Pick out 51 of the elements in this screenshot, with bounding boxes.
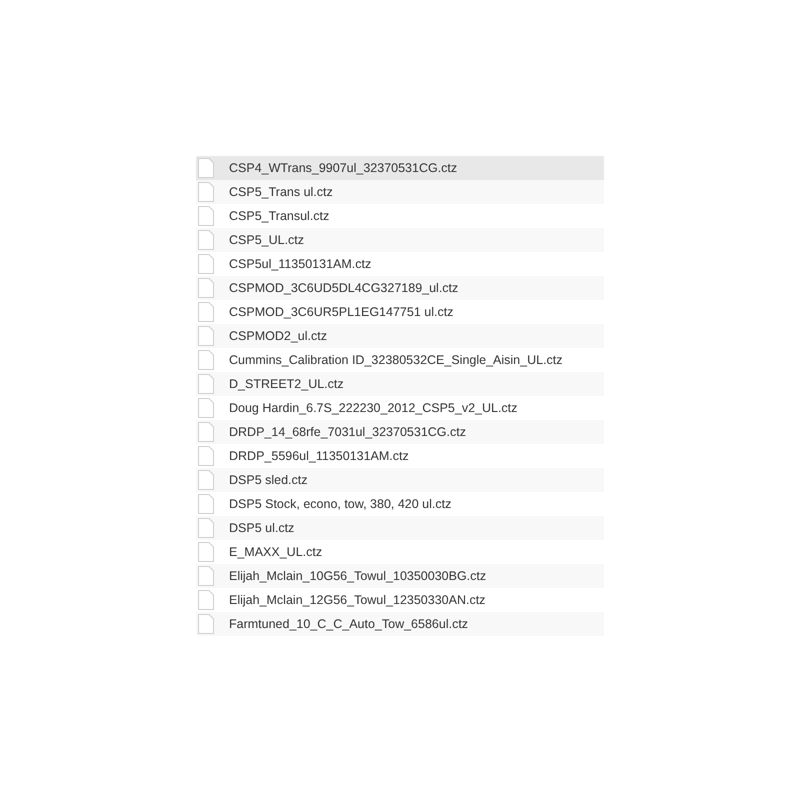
- document-icon: [198, 302, 214, 322]
- file-row[interactable]: CSP5_UL.ctz: [196, 228, 604, 252]
- file-name: Farmtuned_10_C_C_Auto_Tow_6586ul.ctz: [229, 617, 468, 631]
- file-row[interactable]: CSPMOD_3C6UD5DL4CG327189_ul.ctz: [196, 276, 604, 300]
- document-icon: [198, 518, 214, 538]
- file-row[interactable]: CSPMOD2_ul.ctz: [196, 324, 604, 348]
- file-name: DRDP_14_68rfe_7031ul_32370531CG.ctz: [229, 425, 466, 439]
- file-name: DSP5 Stock, econo, tow, 380, 420 ul.ctz: [229, 497, 452, 511]
- file-row[interactable]: DRDP_14_68rfe_7031ul_32370531CG.ctz: [196, 420, 604, 444]
- file-name: Elijah_Mclain_10G56_Towul_10350030BG.ctz: [229, 569, 486, 583]
- document-icon: [198, 422, 214, 442]
- document-icon: [198, 230, 214, 250]
- file-row[interactable]: Elijah_Mclain_10G56_Towul_10350030BG.ctz: [196, 564, 604, 588]
- document-icon: [198, 278, 214, 298]
- file-name: CSP5ul_11350131AM.ctz: [229, 257, 372, 271]
- file-name: CSPMOD2_ul.ctz: [229, 329, 327, 343]
- document-icon: [198, 446, 214, 466]
- document-icon: [198, 590, 214, 610]
- file-row[interactable]: D_STREET2_UL.ctz: [196, 372, 604, 396]
- document-icon: [198, 566, 214, 586]
- document-icon: [198, 374, 214, 394]
- file-name: D_STREET2_UL.ctz: [229, 377, 344, 391]
- file-row[interactable]: Farmtuned_10_C_C_Auto_Tow_6586ul.ctz: [196, 612, 604, 636]
- file-name: CSPMOD_3C6UD5DL4CG327189_ul.ctz: [229, 281, 458, 295]
- document-icon: [198, 398, 214, 418]
- file-row[interactable]: CSP4_WTrans_9907ul_32370531CG.ctz: [196, 156, 604, 180]
- file-name: DSP5 ul.ctz: [229, 521, 294, 535]
- file-name: DRDP_5596ul_11350131AM.ctz: [229, 449, 409, 463]
- file-row[interactable]: CSP5_Trans ul.ctz: [196, 180, 604, 204]
- document-icon: [198, 326, 214, 346]
- file-name: DSP5 sled.ctz: [229, 473, 308, 487]
- document-icon: [198, 182, 214, 202]
- file-row[interactable]: DSP5 ul.ctz: [196, 516, 604, 540]
- document-icon: [198, 158, 214, 178]
- file-name: Cummins_Calibration ID_32380532CE_Single_Aisin_UL.ctz: [229, 353, 563, 367]
- file-name: CSP4_WTrans_9907ul_32370531CG.ctz: [229, 161, 458, 175]
- file-name: CSPMOD_3C6UR5PL1EG147751 ul.ctz: [229, 305, 454, 319]
- file-name: E_MAXX_UL.ctz: [229, 545, 322, 559]
- document-icon: [198, 254, 214, 274]
- file-name: CSP5_Trans ul.ctz: [229, 185, 333, 199]
- document-icon: [198, 494, 214, 514]
- file-name: CSP5_Transul.ctz: [229, 209, 330, 223]
- file-name: Doug Hardin_6.7S_222230_2012_CSP5_v2_UL.ctz: [229, 401, 518, 415]
- document-icon: [198, 206, 214, 226]
- file-name: CSP5_UL.ctz: [229, 233, 304, 247]
- document-icon: [198, 542, 214, 562]
- document-icon: [198, 470, 214, 490]
- document-icon: [198, 350, 214, 370]
- file-name: Elijah_Mclain_12G56_Towul_12350330AN.ctz: [229, 593, 486, 607]
- document-icon: [198, 614, 214, 634]
- file-row[interactable]: DSP5 sled.ctz: [196, 468, 604, 492]
